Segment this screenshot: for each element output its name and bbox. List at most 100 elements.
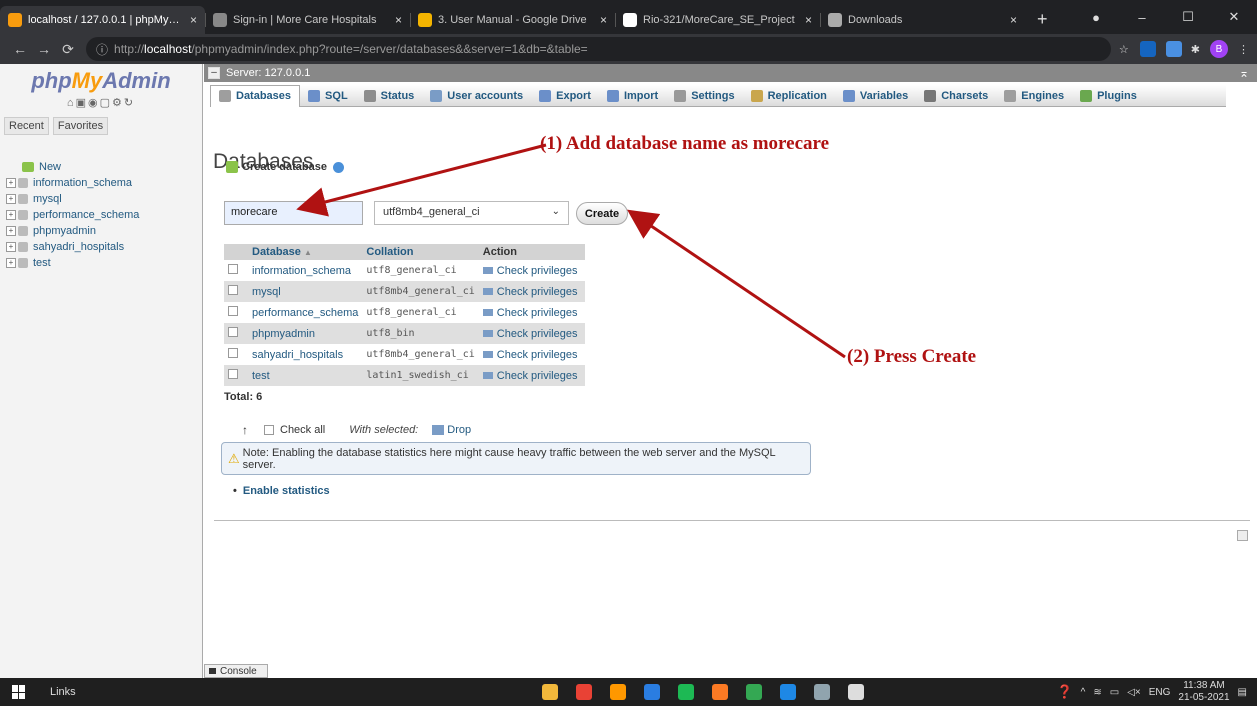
expand-icon[interactable]: +	[6, 226, 16, 236]
row-checkbox[interactable]	[228, 264, 238, 274]
site-info-icon[interactable]: ⓘ	[96, 41, 108, 58]
check-privileges-link[interactable]: Check privileges	[478, 365, 585, 386]
tab-import[interactable]: Import	[599, 85, 666, 107]
profile-dot-icon[interactable]: ●	[1073, 10, 1119, 25]
row-checkbox[interactable]	[228, 285, 238, 295]
database-name-link[interactable]: mysql	[248, 281, 363, 302]
tab-engines[interactable]: Engines	[996, 85, 1072, 107]
tree-item-database[interactable]: + phpmyadmin	[6, 223, 202, 239]
phpmyadmin-logo[interactable]: phpMyAdmin	[0, 68, 202, 94]
browser-menu-icon[interactable]: ⋮	[1238, 43, 1249, 56]
drop-button[interactable]: Drop	[432, 424, 471, 436]
home-icon[interactable]: ⌂	[67, 97, 76, 109]
browser-tab[interactable]: Rio-321/MoreCare_SE_Project ×	[615, 6, 820, 34]
row-checkbox[interactable]	[228, 306, 238, 316]
wifi-icon[interactable]: ≋	[1093, 687, 1101, 698]
nav-settings-icon[interactable]: ⚙	[112, 97, 124, 109]
tab-variables[interactable]: Variables	[835, 85, 916, 107]
notifications-icon[interactable]: ▤	[1238, 687, 1247, 698]
new-tab-button[interactable]: +	[1025, 6, 1060, 34]
database-name-link[interactable]: test	[248, 365, 363, 386]
clock[interactable]: 11:38 AM 21-05-2021	[1178, 680, 1229, 704]
server-breadcrumb-label[interactable]: Server: 127.0.0.1	[226, 67, 310, 79]
minimize-button[interactable]: –	[1119, 10, 1165, 25]
browser-tab[interactable]: 3. User Manual - Google Drive ×	[410, 6, 615, 34]
tab-close-icon[interactable]: ×	[190, 13, 197, 27]
docs-icon[interactable]: ▢	[100, 97, 112, 109]
row-checkbox[interactable]	[228, 369, 238, 379]
vscode-icon[interactable]	[780, 684, 796, 700]
expand-icon[interactable]: +	[6, 194, 16, 204]
check-privileges-link[interactable]: Check privileges	[478, 323, 585, 344]
tab-databases[interactable]: Databases	[210, 84, 301, 107]
header-database[interactable]: Database ▲	[248, 244, 363, 260]
language-indicator[interactable]: ENG	[1149, 687, 1171, 698]
tab-sql[interactable]: SQL	[300, 85, 356, 107]
close-window-button[interactable]: ✕	[1211, 9, 1257, 25]
chrome-profile-icon[interactable]	[746, 684, 762, 700]
enable-statistics-link[interactable]: • Enable statistics	[233, 485, 330, 497]
tab-plugins[interactable]: Plugins	[1072, 85, 1145, 107]
back-button[interactable]: ←	[8, 41, 32, 57]
tab-close-icon[interactable]: ×	[600, 13, 607, 27]
row-checkbox[interactable]	[228, 327, 238, 337]
tree-item-new[interactable]: New	[6, 159, 202, 175]
database-name-input[interactable]: morecare	[224, 201, 363, 225]
tree-item-database[interactable]: + test	[6, 255, 202, 271]
collapse-top-icon[interactable]: ⌅	[1239, 66, 1249, 80]
reload-button[interactable]: ⟳	[56, 41, 80, 58]
volume-icon[interactable]: ◁×	[1127, 687, 1141, 698]
maximize-button[interactable]: ☐	[1165, 9, 1211, 25]
notepad-icon[interactable]	[814, 684, 830, 700]
check-all-checkbox[interactable]	[264, 425, 274, 435]
trello-icon[interactable]	[644, 684, 660, 700]
console-toggle[interactable]: Console	[204, 664, 268, 678]
chrome-icon[interactable]	[576, 684, 592, 700]
tree-item-database[interactable]: + sahyadri_hospitals	[6, 239, 202, 255]
help-icon[interactable]: ◉	[88, 97, 100, 109]
spotify-icon[interactable]	[678, 684, 694, 700]
logout-icon[interactable]: ▣	[76, 97, 88, 109]
expand-icon[interactable]: +	[6, 178, 16, 188]
tab-charsets[interactable]: Charsets	[916, 85, 996, 107]
forward-button[interactable]: →	[32, 41, 56, 57]
chevron-up-icon[interactable]: ^	[1081, 687, 1086, 698]
reload-nav-icon[interactable]: ↻	[124, 97, 135, 109]
browser-tab[interactable]: localhost / 127.0.0.1 | phpMyAdmin ×	[0, 6, 205, 34]
check-all-label[interactable]: Check all	[280, 424, 325, 436]
tab-settings[interactable]: Settings	[666, 85, 742, 107]
page-settings-icon[interactable]	[1237, 530, 1248, 541]
check-privileges-link[interactable]: Check privileges	[478, 302, 585, 323]
tree-item-database[interactable]: + performance_schema	[6, 207, 202, 223]
extension-icon-2[interactable]	[1165, 41, 1182, 57]
bookmark-star-icon[interactable]: ☆	[1119, 43, 1129, 56]
sublime-icon[interactable]	[610, 684, 626, 700]
xampp-icon[interactable]	[712, 684, 728, 700]
extensions-puzzle-icon[interactable]: ✱	[1191, 43, 1200, 56]
database-name-link[interactable]: performance_schema	[248, 302, 363, 323]
check-privileges-link[interactable]: Check privileges	[478, 344, 585, 365]
header-collation[interactable]: Collation	[362, 244, 479, 260]
database-name-link[interactable]: sahyadri_hospitals	[248, 344, 363, 365]
check-privileges-link[interactable]: Check privileges	[478, 260, 585, 281]
database-name-link[interactable]: information_schema	[248, 260, 363, 281]
browser-tab[interactable]: Sign-in | More Care Hospitals ×	[205, 6, 410, 34]
help-icon[interactable]	[333, 161, 344, 173]
battery-icon[interactable]: ▭	[1110, 687, 1119, 698]
tab-close-icon[interactable]: ×	[805, 13, 812, 27]
tab-replication[interactable]: Replication	[743, 85, 835, 107]
tab-status[interactable]: Status	[356, 85, 423, 107]
browser-tab[interactable]: Downloads ×	[820, 6, 1025, 34]
expand-icon[interactable]: +	[6, 210, 16, 220]
collation-select[interactable]: utf8mb4_general_ci ⌄	[374, 201, 569, 225]
tab-close-icon[interactable]: ×	[395, 13, 402, 27]
create-button[interactable]: Create	[576, 202, 628, 225]
tree-item-database[interactable]: + information_schema	[6, 175, 202, 191]
recent-tab[interactable]: Recent	[4, 117, 49, 135]
row-checkbox[interactable]	[228, 348, 238, 358]
profile-avatar[interactable]: B	[1210, 40, 1228, 58]
help-tray-icon[interactable]: ❓	[1056, 684, 1072, 700]
collapse-nav-button[interactable]: –	[208, 67, 220, 79]
windows-start-icon[interactable]	[12, 685, 26, 699]
extension-icon-1[interactable]	[1139, 41, 1156, 57]
